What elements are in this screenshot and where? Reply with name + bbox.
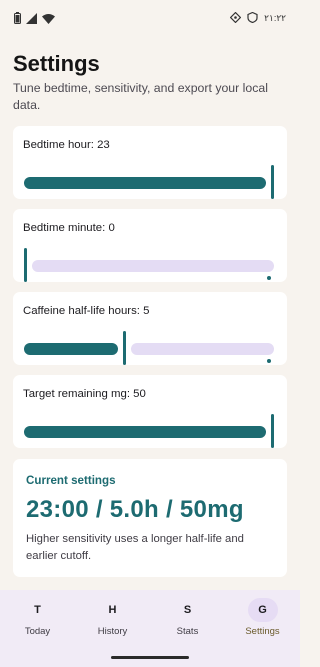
target-mg-slider[interactable]	[24, 414, 274, 450]
half-life-slider[interactable]	[24, 331, 274, 367]
slider-card-target-mg: Target remaining mg: 50	[13, 375, 287, 448]
slider-label: Bedtime minute: 0	[23, 222, 115, 234]
summary-value: 23:00 / 5.0h / 50mg	[26, 496, 244, 523]
current-settings-card: Current settings 23:00 / 5.0h / 50mg Hig…	[13, 459, 287, 577]
slider-thumb[interactable]	[123, 331, 126, 365]
nav-label: Today	[24, 626, 51, 637]
history-icon: H	[108, 604, 117, 616]
settings-icon: G	[247, 598, 278, 622]
page-subtitle: Tune bedtime, sensitivity, and export yo…	[13, 81, 268, 112]
summary-note: Higher sensitivity uses a longer half-li…	[26, 533, 244, 562]
wifi-icon	[42, 11, 55, 29]
slider-active-track	[24, 343, 118, 355]
nav-item-stats[interactable]: S Stats	[150, 598, 225, 648]
bedtime-hour-slider[interactable]	[24, 165, 274, 201]
slider-card-bedtime-minute: Bedtime minute: 0	[13, 209, 287, 282]
nav-item-history[interactable]: H History	[75, 598, 150, 648]
status-time: ٢١:٢٢	[264, 13, 286, 23]
slider-inactive-track	[32, 260, 274, 280]
nav-item-today[interactable]: T Today	[0, 598, 75, 648]
page-title: Settings	[13, 51, 100, 76]
nav-label: History	[97, 626, 128, 637]
nav-item-settings[interactable]: G Settings	[225, 598, 300, 648]
bedtime-minute-slider[interactable]	[24, 248, 274, 284]
stats-icon: S	[183, 604, 192, 616]
status-bar: ٢١:٢٢	[0, 0, 300, 36]
slider-end-dot	[267, 359, 271, 363]
slider-active-track	[24, 426, 266, 438]
slider-card-bedtime-hour: Bedtime hour: 23	[13, 126, 287, 199]
slider-inactive-track	[131, 343, 274, 363]
slider-label: Bedtime hour: 23	[23, 139, 110, 151]
slider-thumb[interactable]	[271, 165, 274, 199]
slider-active-track	[24, 177, 266, 189]
slider-end-dot	[267, 276, 271, 280]
data-saver-icon	[247, 11, 258, 25]
summary-heading: Current settings	[26, 474, 116, 487]
nav-label: Settings	[245, 626, 280, 637]
signal-icon	[26, 11, 37, 29]
home-indicator[interactable]	[111, 656, 189, 659]
today-icon: T	[34, 604, 41, 616]
slider-label: Target remaining mg: 50	[23, 388, 146, 400]
slider-label: Caffeine half-life hours: 5	[23, 305, 150, 317]
nav-label: Stats	[176, 626, 199, 637]
battery-icon	[14, 11, 21, 29]
sync-icon	[229, 11, 242, 25]
slider-thumb[interactable]	[271, 414, 274, 448]
slider-thumb[interactable]	[24, 248, 27, 282]
slider-card-half-life: Caffeine half-life hours: 5	[13, 292, 287, 365]
